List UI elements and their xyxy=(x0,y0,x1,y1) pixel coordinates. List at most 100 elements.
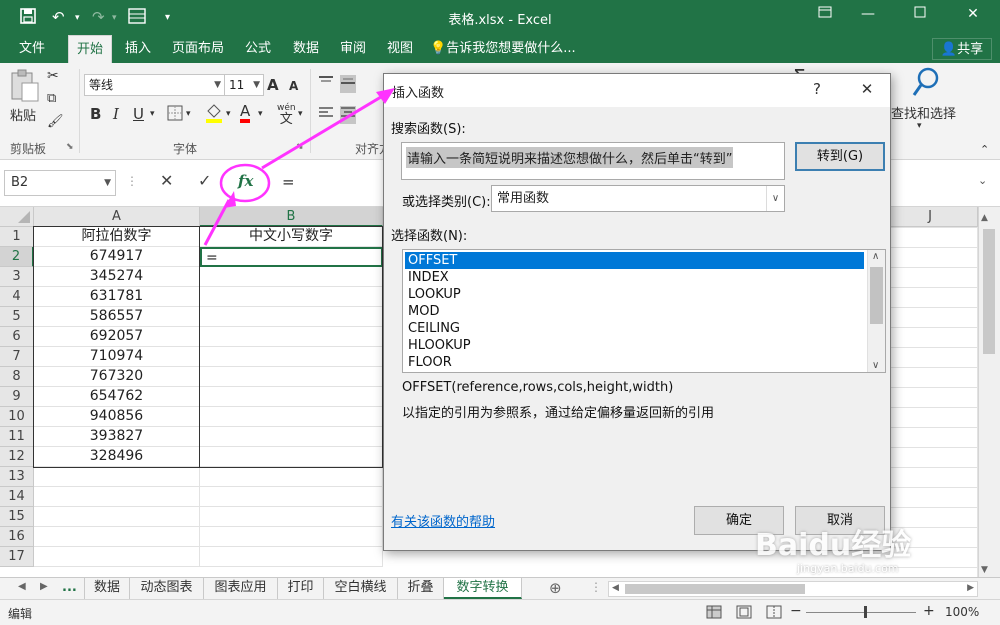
table-cell[interactable] xyxy=(34,507,200,527)
table-cell[interactable]: 阿拉伯数字 xyxy=(34,227,200,247)
prev-sheet-icon[interactable]: ◀ xyxy=(18,581,26,592)
scroll-up-icon[interactable]: ∧ xyxy=(872,251,879,262)
collapse-ribbon-icon[interactable]: ⌃ xyxy=(980,143,989,156)
sheet-tab[interactable]: 动态图表 xyxy=(130,578,204,599)
scroll-right-icon[interactable]: ▶ xyxy=(967,583,974,593)
borders-dropdown-icon[interactable]: ▾ xyxy=(186,109,191,119)
table-cell[interactable]: 767320 xyxy=(34,367,200,387)
table-cell[interactable] xyxy=(200,467,383,487)
sheet-tab[interactable]: 折叠 xyxy=(398,578,444,599)
column-header[interactable]: B xyxy=(200,207,383,227)
font-launcher-icon[interactable]: ⬊ xyxy=(296,142,304,152)
row-header[interactable]: 4 xyxy=(0,287,34,307)
tab-home[interactable]: 开始 xyxy=(68,35,112,63)
zoom-slider[interactable] xyxy=(806,612,916,613)
table-cell[interactable]: 393827 xyxy=(34,427,200,447)
function-item[interactable]: CEILING xyxy=(405,320,864,337)
sheet-tab-active[interactable]: 数字转换 xyxy=(444,578,522,599)
phonetic-guide-icon[interactable]: wén 文 xyxy=(277,104,296,127)
next-sheet-icon[interactable]: ▶ xyxy=(40,581,48,592)
row-header[interactable]: 6 xyxy=(0,327,34,347)
underline-dropdown-icon[interactable]: ▾ xyxy=(150,109,155,119)
table-cell[interactable]: 631781 xyxy=(34,287,200,307)
row-header[interactable]: 17 xyxy=(0,547,34,567)
row-header[interactable]: 9 xyxy=(0,387,34,407)
table-cell[interactable] xyxy=(200,267,383,287)
table-cell[interactable] xyxy=(34,527,200,547)
table-cell[interactable] xyxy=(200,407,383,427)
cancel-formula-icon[interactable]: ✕ xyxy=(160,171,173,190)
find-select-icon[interactable] xyxy=(912,67,940,103)
font-size-combo[interactable]: 11 ▼ xyxy=(224,74,264,96)
go-button[interactable]: 转到(G) xyxy=(795,142,885,171)
cut-icon[interactable]: ✂ xyxy=(47,68,59,84)
copy-icon[interactable]: ⧉ xyxy=(47,91,56,106)
find-select-label[interactable]: 查找和选择 xyxy=(891,103,956,122)
bold-button[interactable]: B xyxy=(90,105,101,123)
paste-label[interactable]: 粘贴 xyxy=(10,105,36,124)
help-icon[interactable]: ? xyxy=(804,80,830,98)
tab-file[interactable]: 文件 xyxy=(10,35,54,63)
maximize-icon[interactable] xyxy=(905,6,935,28)
table-cell[interactable] xyxy=(34,547,200,567)
function-item[interactable]: FLOOR xyxy=(405,354,864,371)
zoom-in-icon[interactable]: + xyxy=(923,603,935,619)
minimize-icon[interactable]: — xyxy=(853,6,883,28)
share-button[interactable]: 👤共享 xyxy=(932,38,992,60)
font-color-dropdown-icon[interactable]: ▾ xyxy=(258,109,263,119)
row-header[interactable]: 12 xyxy=(0,447,34,467)
sheet-tab[interactable]: 打印 xyxy=(278,578,324,599)
tab-formulas[interactable]: 公式 xyxy=(236,35,280,63)
scroll-thumb[interactable] xyxy=(870,267,883,324)
fill-color-icon[interactable] xyxy=(205,103,223,127)
ribbon-display-icon[interactable] xyxy=(810,6,840,28)
align-left-icon[interactable] xyxy=(318,106,334,124)
help-link[interactable]: 有关该函数的帮助 xyxy=(391,511,495,530)
table-cell[interactable] xyxy=(200,387,383,407)
vertical-scrollbar[interactable]: ▲ ▼ xyxy=(978,207,1000,577)
underline-button[interactable]: U xyxy=(133,105,144,123)
find-select-dropdown-icon[interactable]: ▾ xyxy=(917,121,922,131)
row-header[interactable]: 13 xyxy=(0,467,34,487)
function-item-selected[interactable]: OFFSET xyxy=(405,252,864,269)
table-cell[interactable] xyxy=(200,487,383,507)
scroll-thumb[interactable] xyxy=(983,229,995,354)
function-list-scrollbar[interactable]: ∧ ∨ xyxy=(867,250,885,372)
normal-view-icon[interactable] xyxy=(706,605,722,623)
zoom-out-icon[interactable]: − xyxy=(790,603,802,619)
align-top-icon[interactable] xyxy=(318,75,334,93)
table-cell[interactable] xyxy=(200,547,383,567)
more-sheets-icon[interactable]: ... xyxy=(62,580,77,595)
column-header[interactable]: A xyxy=(34,207,200,227)
select-all-corner[interactable] xyxy=(0,207,34,227)
scroll-down-icon[interactable]: ▼ xyxy=(981,565,988,575)
tab-insert[interactable]: 插入 xyxy=(116,35,160,63)
insert-function-icon[interactable]: fx xyxy=(238,172,253,190)
row-header[interactable]: 8 xyxy=(0,367,34,387)
tell-me-box[interactable]: 💡告诉我您想要做什么... xyxy=(430,35,580,63)
table-cell[interactable]: 710974 xyxy=(34,347,200,367)
row-header[interactable]: 5 xyxy=(0,307,34,327)
column-header[interactable]: J xyxy=(883,207,978,227)
table-cell[interactable] xyxy=(34,467,200,487)
function-item[interactable]: LOOKUP xyxy=(405,286,864,303)
horizontal-scrollbar[interactable]: ◀ ▶ xyxy=(608,581,978,597)
paste-icon[interactable] xyxy=(8,69,40,107)
zoom-level[interactable]: 100% xyxy=(945,605,979,619)
table-cell[interactable]: 654762 xyxy=(34,387,200,407)
table-cell[interactable]: 328496 xyxy=(34,447,200,467)
sheet-tab[interactable]: 空白横线 xyxy=(324,578,398,599)
sheet-tab[interactable]: 数据 xyxy=(84,578,130,599)
align-center-icon[interactable] xyxy=(340,106,356,124)
sheet-tab[interactable]: 图表应用 xyxy=(204,578,278,599)
align-middle-icon[interactable] xyxy=(340,75,356,93)
table-cell[interactable] xyxy=(200,507,383,527)
row-header[interactable]: 15 xyxy=(0,507,34,527)
close-icon[interactable]: ✕ xyxy=(854,80,880,98)
italic-button[interactable]: I xyxy=(113,105,119,123)
phonetic-dropdown-icon[interactable]: ▾ xyxy=(298,109,303,119)
fill-color-dropdown-icon[interactable]: ▾ xyxy=(226,109,231,119)
row-header[interactable]: 3 xyxy=(0,267,34,287)
expand-formula-icon[interactable]: ⌄ xyxy=(978,174,987,187)
row-header[interactable]: 1 xyxy=(0,227,34,247)
